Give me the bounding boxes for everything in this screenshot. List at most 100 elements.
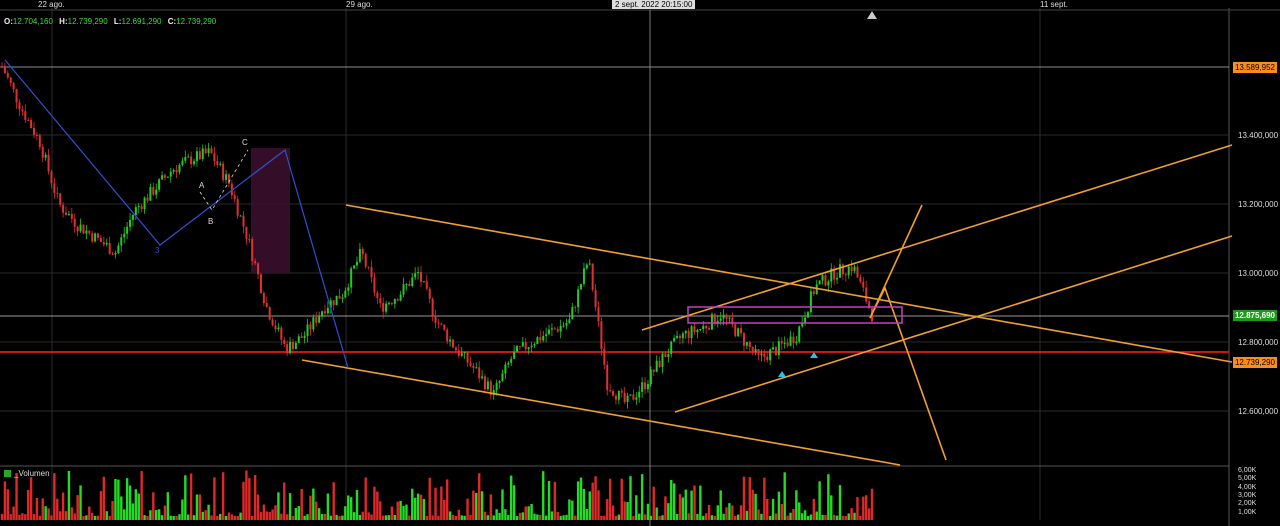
volume-bar (608, 478, 612, 520)
volume-bar (99, 491, 103, 520)
volume-bar (294, 508, 298, 520)
candle-body (428, 288, 431, 299)
candle-body (382, 302, 385, 312)
candle-body (65, 212, 68, 216)
volume-bar (61, 492, 65, 520)
candle-body (242, 215, 245, 227)
volume-bar (181, 499, 184, 520)
candles[interactable] (1, 62, 873, 409)
volume-bar (367, 512, 370, 520)
candle-body (550, 328, 553, 330)
candle-body (757, 349, 760, 356)
volume-bar (172, 515, 175, 520)
volume-bar (594, 476, 597, 520)
candle-body (722, 314, 725, 319)
candle-body (457, 350, 460, 356)
channel-lower-down[interactable] (301, 359, 901, 466)
candle-body (460, 353, 463, 356)
wave-lines[interactable] (4, 59, 349, 369)
volume-bar (204, 510, 207, 520)
candle-body (62, 204, 65, 213)
volume-bar (347, 495, 350, 520)
volume-legend[interactable]: _Volumen (4, 469, 50, 478)
candle-body (271, 319, 274, 326)
volume-bar (585, 508, 589, 520)
projection-path-down[interactable] (869, 285, 947, 461)
volume-bar (419, 494, 423, 520)
volume-bar (349, 497, 353, 520)
orange-trendlines[interactable] (301, 144, 1233, 466)
zone-rect-left[interactable] (251, 148, 290, 273)
volume-bar (809, 514, 813, 520)
date-label: 29 ago. (346, 0, 373, 9)
volume-bar (632, 515, 635, 520)
price-chart[interactable]: 3 A B C 13.400,000 13.200,000 13.000,000… (0, 0, 1280, 526)
candle-body (216, 161, 219, 165)
volume-bar (384, 515, 388, 520)
candle-body (466, 351, 469, 363)
volume-bar (361, 511, 365, 520)
candle-body (655, 360, 658, 372)
candle-body (187, 156, 190, 158)
candle-body (545, 334, 548, 336)
candle-body (553, 328, 556, 330)
candle-body (88, 230, 91, 234)
candle-body (376, 292, 379, 299)
candle-body (780, 341, 783, 344)
candle-body (370, 267, 373, 278)
candle-body (286, 344, 289, 354)
volume-bar (38, 515, 42, 520)
volume-bar (224, 515, 228, 520)
volume-bar (140, 470, 143, 520)
volume-toggle-icon[interactable] (4, 470, 11, 477)
price-tick: 13.200,000 (1238, 200, 1279, 209)
volume-bar (771, 498, 775, 520)
volume-bar (21, 513, 24, 520)
candle-body (431, 298, 434, 316)
candle-body (516, 346, 519, 352)
candle-body (326, 307, 329, 314)
candle-body (350, 268, 353, 288)
volume-bar (131, 503, 135, 520)
candle-body (315, 317, 318, 323)
volume-bar (588, 491, 591, 520)
grid (0, 8, 1228, 520)
volume-bar (451, 514, 455, 520)
ohlc-open-label: O: (4, 17, 13, 26)
volume-bar (841, 515, 845, 520)
volume-bar (32, 514, 36, 520)
volume-bar (495, 509, 498, 520)
channel-upper-up[interactable] (641, 144, 1233, 331)
candle-body (405, 283, 408, 285)
volume-bar (271, 509, 274, 520)
candle-body (332, 300, 335, 306)
candle-body (280, 327, 283, 340)
volume-bar (827, 474, 830, 520)
candle-body (134, 207, 137, 215)
volume-bar (643, 514, 647, 520)
wave-label-3: 3 (155, 246, 160, 255)
volume-bar (265, 511, 268, 520)
candle-body (769, 349, 772, 361)
candle-body (687, 330, 690, 338)
scroll-marker-icon[interactable] (867, 11, 877, 19)
volume-bar (562, 515, 565, 520)
volume-bar (26, 489, 30, 520)
candle-body (777, 341, 780, 356)
candle-body (708, 328, 711, 330)
volume-bar (283, 482, 286, 520)
volume-tick: 4,00K (1238, 484, 1257, 491)
volume-bar (766, 498, 769, 520)
volume-bar (306, 514, 309, 520)
volume-bar (597, 490, 600, 520)
candle-body (178, 165, 181, 173)
volume-bar (559, 515, 562, 520)
candle-body (85, 230, 88, 234)
candle-body (79, 224, 82, 232)
candle-body (245, 226, 248, 239)
volume-bar (734, 515, 737, 520)
candle-body (265, 303, 268, 308)
volume-bar (480, 491, 484, 520)
volume-bar (79, 485, 82, 520)
channel-lower-up[interactable] (674, 235, 1233, 413)
